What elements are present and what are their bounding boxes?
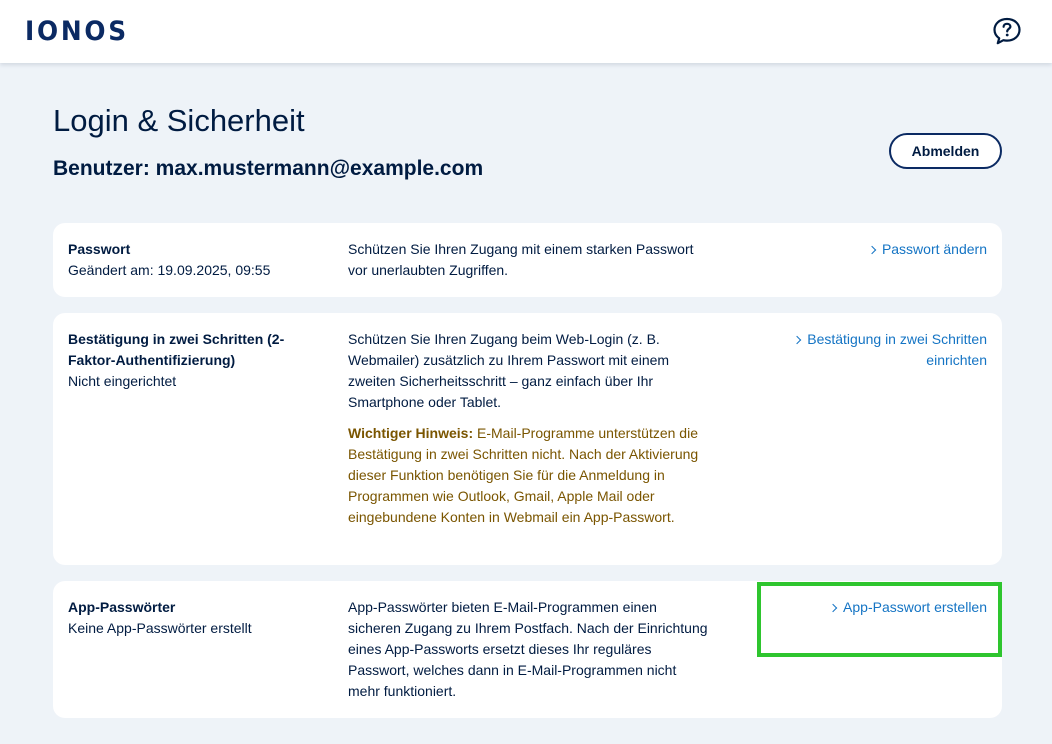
note-label: Wichtiger Hinweis: — [348, 425, 474, 441]
chevron-right-icon — [792, 335, 802, 345]
card-status: Keine App-Passwörter erstellt — [68, 620, 252, 636]
chevron-right-icon — [867, 245, 877, 255]
card-title-text: Passwort — [68, 241, 131, 257]
page-title: Login & Sicherheit — [53, 103, 305, 138]
action-label: App-Passwort erstellen — [843, 599, 987, 615]
setup-two-factor-link[interactable]: Bestätigung in zwei Schritten einrichten — [757, 329, 987, 371]
card-description: Schützen Sie Ihren Zugang mit einem star… — [348, 241, 694, 278]
user-email-heading: Benutzer: max.mustermann@example.com — [53, 157, 484, 180]
action-label: Passwort ändern — [881, 241, 987, 257]
card-title-text: Bestätigung in zwei Schritten (2-Faktor-… — [68, 331, 285, 368]
create-app-password-link[interactable]: App-Passwort erstellen — [747, 597, 987, 618]
card-status: Nicht eingerichtet — [68, 373, 177, 389]
top-bar: IONOS — [0, 0, 1052, 63]
card-title: Passwort Geändert am: 19.09.2025, 09:55 — [68, 239, 328, 281]
logout-button[interactable]: Abmelden — [889, 133, 1002, 169]
card-status: Geändert am: 19.09.2025, 09:55 — [68, 262, 271, 278]
password-card: Passwort Geändert am: 19.09.2025, 09:55 … — [53, 223, 1002, 297]
card-description: App-Passwörter bieten E-Mail-Programmen … — [348, 599, 708, 699]
two-factor-card: Bestätigung in zwei Schritten (2-Faktor-… — [53, 313, 1002, 565]
ionos-logo[interactable]: IONOS — [25, 16, 129, 48]
chat-question-icon[interactable] — [991, 16, 1023, 46]
action-label: Bestätigung in zwei Schritten einrichten — [807, 331, 987, 368]
card-description-text: Schützen Sie Ihren Zugang beim Web-Login… — [348, 331, 670, 410]
card-title: Bestätigung in zwei Schritten (2-Faktor-… — [68, 329, 328, 392]
card-title: App-Passwörter Keine App-Passwörter erst… — [68, 597, 328, 639]
change-password-link[interactable]: Passwort ändern — [747, 239, 987, 260]
app-passwords-card: App-Passwörter Keine App-Passwörter erst… — [53, 581, 1002, 718]
chevron-right-icon — [828, 603, 838, 613]
card-title-text: App-Passwörter — [68, 599, 176, 615]
card-description: Schützen Sie Ihren Zugang beim Web-Login… — [348, 329, 708, 528]
important-note: Wichtiger Hinweis: E-Mail-Programme unte… — [348, 423, 708, 528]
